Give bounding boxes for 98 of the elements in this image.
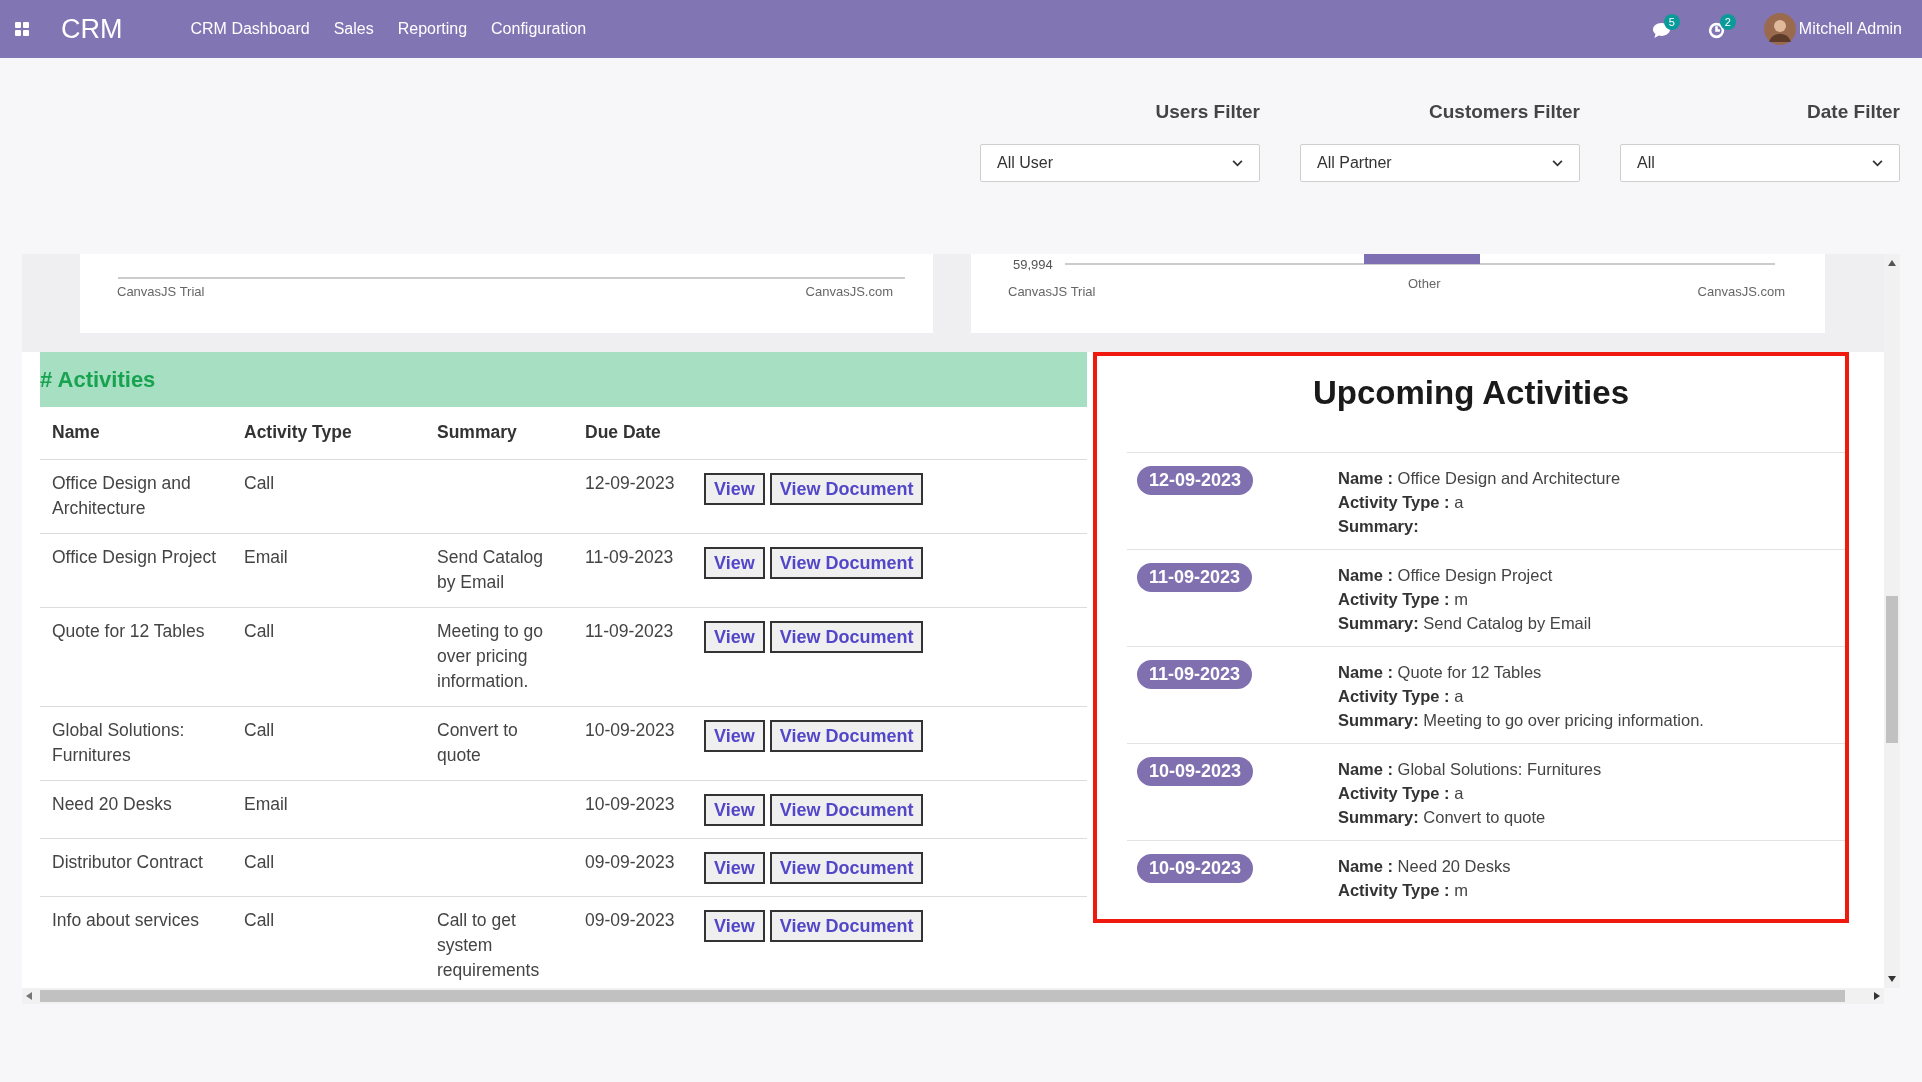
section-title: # Activities: [40, 366, 156, 394]
chart-credit: CanvasJS.com: [805, 283, 893, 301]
date-badge: 10-09-2023: [1137, 757, 1254, 786]
action-button[interactable]: View: [704, 719, 765, 752]
column-header: Summary: [437, 422, 517, 443]
activity-detail: Summary:: [1338, 516, 1420, 537]
table-cell: 09-09-2023: [585, 909, 675, 930]
date-badge: 12-09-2023: [1137, 466, 1254, 495]
table-cell: Meeting to go over pricing information.: [437, 620, 544, 691]
app-name[interactable]: CRM: [61, 8, 123, 50]
vertical-scrollbar[interactable]: [1884, 254, 1900, 988]
table-cell: 10-09-2023: [585, 793, 675, 814]
action-button[interactable]: View Document: [769, 793, 924, 826]
table-cell: 10-09-2023: [585, 719, 675, 740]
category-label: Other: [1408, 275, 1441, 293]
action-button[interactable]: View Document: [769, 909, 924, 942]
scroll-left-icon[interactable]: [26, 992, 32, 1000]
table-cell: Call: [244, 472, 275, 493]
menu-item[interactable]: CRM Dashboard: [190, 17, 310, 41]
column-header: Due Date: [585, 422, 661, 443]
scroll-down-icon[interactable]: [1888, 976, 1896, 982]
menu-item[interactable]: Reporting: [397, 17, 468, 41]
menu-item[interactable]: Sales: [333, 17, 374, 41]
action-button[interactable]: View: [704, 909, 765, 942]
panel-title: Upcoming Activities: [1313, 374, 1629, 411]
action-button[interactable]: View Document: [769, 546, 924, 579]
table-cell: Quote for 12 Tables: [52, 620, 205, 641]
column-header: Name: [52, 422, 100, 443]
activity-detail: Name : Quote for 12 Tables: [1338, 662, 1543, 683]
chevron-down-icon: [1872, 159, 1883, 167]
chevron-down-icon: [1232, 159, 1243, 167]
table-cell: Call to get system requirements: [437, 909, 540, 980]
action-button[interactable]: View Document: [769, 719, 924, 752]
table-cell: Office Design and Architecture: [52, 472, 191, 518]
axis-tick-label: 59,994: [1013, 256, 1053, 274]
action-button[interactable]: View Document: [769, 472, 924, 505]
table-cell: 09-09-2023: [585, 851, 675, 872]
filter-dropdown[interactable]: All Partner: [1300, 144, 1580, 182]
filter-dropdown[interactable]: All: [1620, 144, 1900, 182]
column-header: Activity Type: [244, 422, 352, 443]
user-name[interactable]: Mitchell Admin: [1798, 17, 1902, 41]
apps-menu-icon[interactable]: [15, 22, 29, 36]
table-cell: 12-09-2023: [585, 472, 675, 493]
horizontal-scrollbar[interactable]: [22, 988, 1884, 1004]
activity-detail: Activity Type : a: [1338, 492, 1465, 513]
filter-label: Users Filter: [1154, 100, 1260, 124]
menu-item[interactable]: Configuration: [491, 17, 587, 41]
table-cell: Office Design Project: [52, 546, 217, 567]
table-cell: Email: [244, 793, 288, 814]
action-button[interactable]: View: [704, 793, 765, 826]
activity-detail: Name : Global Solutions: Furnitures: [1338, 759, 1602, 780]
scroll-up-icon[interactable]: [1888, 260, 1896, 266]
activity-detail: Activity Type : a: [1338, 783, 1465, 804]
filter-label: Date Filter: [1806, 100, 1900, 124]
table-cell: Call: [244, 719, 275, 740]
scrollbar-thumb[interactable]: [40, 990, 1845, 1002]
chevron-down-icon: [1552, 159, 1563, 167]
chart-credit: CanvasJS.com: [1697, 283, 1785, 301]
table-cell: Info about services: [52, 909, 199, 930]
activity-detail: Activity Type : m: [1338, 589, 1469, 610]
avatar[interactable]: [1763, 13, 1796, 45]
action-button[interactable]: View: [704, 546, 765, 579]
table-cell: Distributor Contract: [52, 851, 203, 872]
action-button[interactable]: View: [704, 472, 765, 505]
table-cell: 11-09-2023: [585, 546, 674, 567]
notification-badge: 2: [1719, 14, 1736, 30]
activity-detail: Summary: Meeting to go over pricing information.: [1338, 710, 1704, 731]
action-button[interactable]: View: [704, 620, 765, 653]
clock-icon[interactable]: [1707, 22, 1725, 39]
table-cell: 11-09-2023: [585, 620, 674, 641]
date-badge: 11-09-2023: [1137, 660, 1253, 689]
activity-detail: Name : Need 20 Desks: [1338, 856, 1511, 877]
filter-dropdown[interactable]: All User: [980, 144, 1260, 182]
activity-detail: Activity Type : m: [1338, 880, 1469, 901]
table-cell: Send Catalog by Email: [437, 546, 544, 592]
date-badge: 10-09-2023: [1137, 854, 1254, 883]
scrollbar-thumb[interactable]: [1886, 596, 1898, 743]
chart-credit: CanvasJS Trial: [117, 283, 205, 301]
action-button[interactable]: View Document: [769, 620, 924, 653]
scroll-right-icon[interactable]: [1874, 992, 1880, 1000]
table-cell: Global Solutions: Furnitures: [52, 719, 185, 765]
table-cell: Convert to quote: [437, 719, 518, 765]
filter-label: Customers Filter: [1428, 100, 1580, 124]
activity-detail: Summary: Send Catalog by Email: [1338, 613, 1592, 634]
activity-detail: Name : Office Design and Architecture: [1338, 468, 1621, 489]
date-badge: 11-09-2023: [1137, 563, 1253, 592]
activity-detail: Summary: Convert to quote: [1338, 807, 1547, 828]
table-cell: Call: [244, 851, 275, 872]
table-cell: Need 20 Desks: [52, 793, 172, 814]
activity-detail: Name : Office Design Project: [1338, 565, 1554, 586]
notification-badge: 5: [1663, 14, 1680, 30]
table-cell: Call: [244, 620, 275, 641]
table-cell: Email: [244, 546, 288, 567]
action-button[interactable]: View: [704, 851, 765, 884]
table-cell: Call: [244, 909, 275, 930]
action-button[interactable]: View Document: [769, 851, 924, 884]
activity-detail: Activity Type : a: [1338, 686, 1465, 707]
chart-credit: CanvasJS Trial: [1008, 283, 1096, 301]
